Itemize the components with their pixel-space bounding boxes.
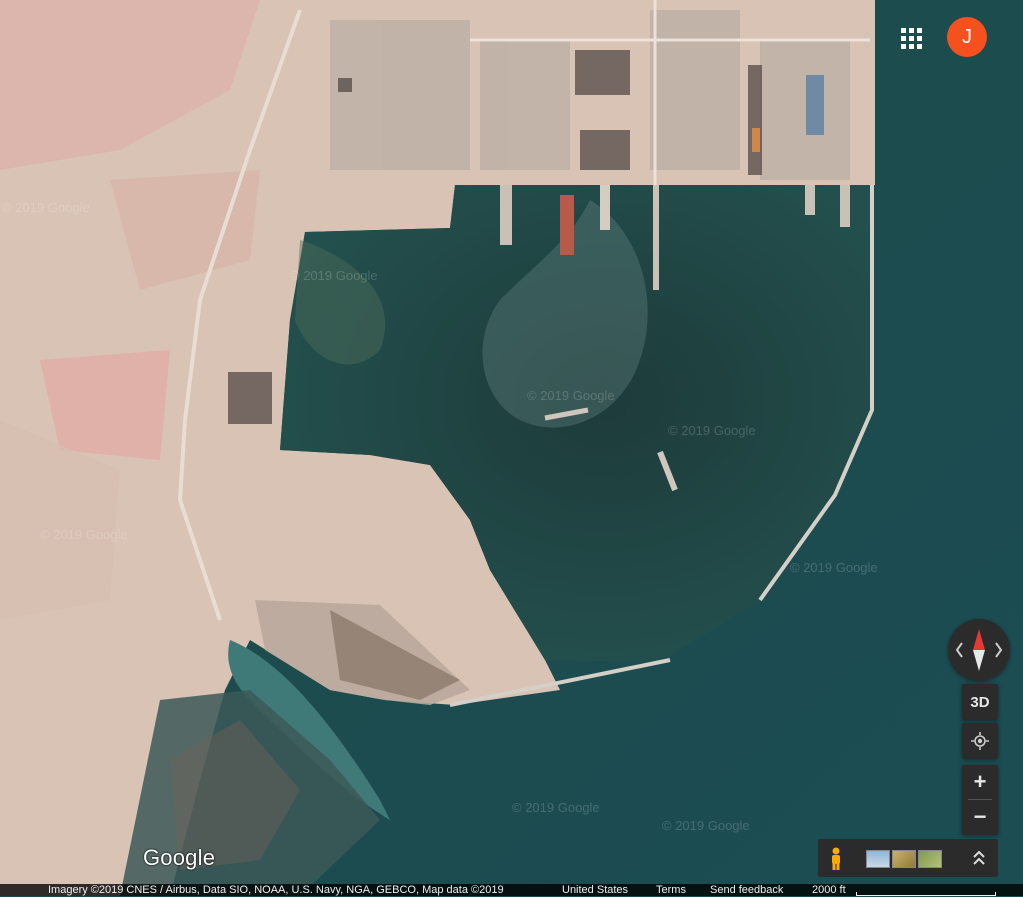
- compass-icon[interactable]: [948, 619, 1010, 681]
- zoom-in-button[interactable]: +: [962, 765, 998, 799]
- scale-bar: [856, 892, 996, 896]
- layer-strip: [818, 839, 998, 877]
- google-logo: Google: [143, 845, 216, 870]
- my-location-icon: [971, 732, 989, 750]
- layer-thumbnail-terrain[interactable]: [892, 850, 916, 868]
- pegman-icon[interactable]: [826, 847, 846, 871]
- attribution-bar: Imagery ©2019 CNES / Airbus, Data SIO, N…: [0, 884, 1023, 896]
- apps-grid-icon[interactable]: [893, 20, 929, 56]
- zoom-control: + −: [962, 765, 998, 835]
- imagery-attribution: Imagery ©2019 CNES / Airbus, Data SIO, N…: [48, 884, 504, 896]
- send-feedback-link[interactable]: Send feedback: [710, 884, 783, 897]
- layer-thumbnail-satellite[interactable]: [918, 850, 942, 868]
- ship-tanker: [560, 195, 574, 255]
- tilt-3d-button[interactable]: 3D: [962, 684, 998, 720]
- my-location-button[interactable]: [962, 723, 998, 759]
- country-label: United States: [562, 884, 629, 896]
- terms-link[interactable]: Terms: [656, 884, 686, 897]
- map-imagery: [0, 0, 1023, 896]
- satellite-map[interactable]: © 2019 Google © 2019 Google © 2019 Googl…: [0, 0, 1023, 896]
- account-avatar[interactable]: J: [947, 17, 987, 57]
- scale-label[interactable]: 2000 ft: [812, 884, 846, 897]
- zoom-out-button[interactable]: −: [962, 800, 998, 834]
- layer-thumbnail-transit[interactable]: [866, 850, 890, 868]
- chevron-up-icon[interactable]: [968, 847, 990, 869]
